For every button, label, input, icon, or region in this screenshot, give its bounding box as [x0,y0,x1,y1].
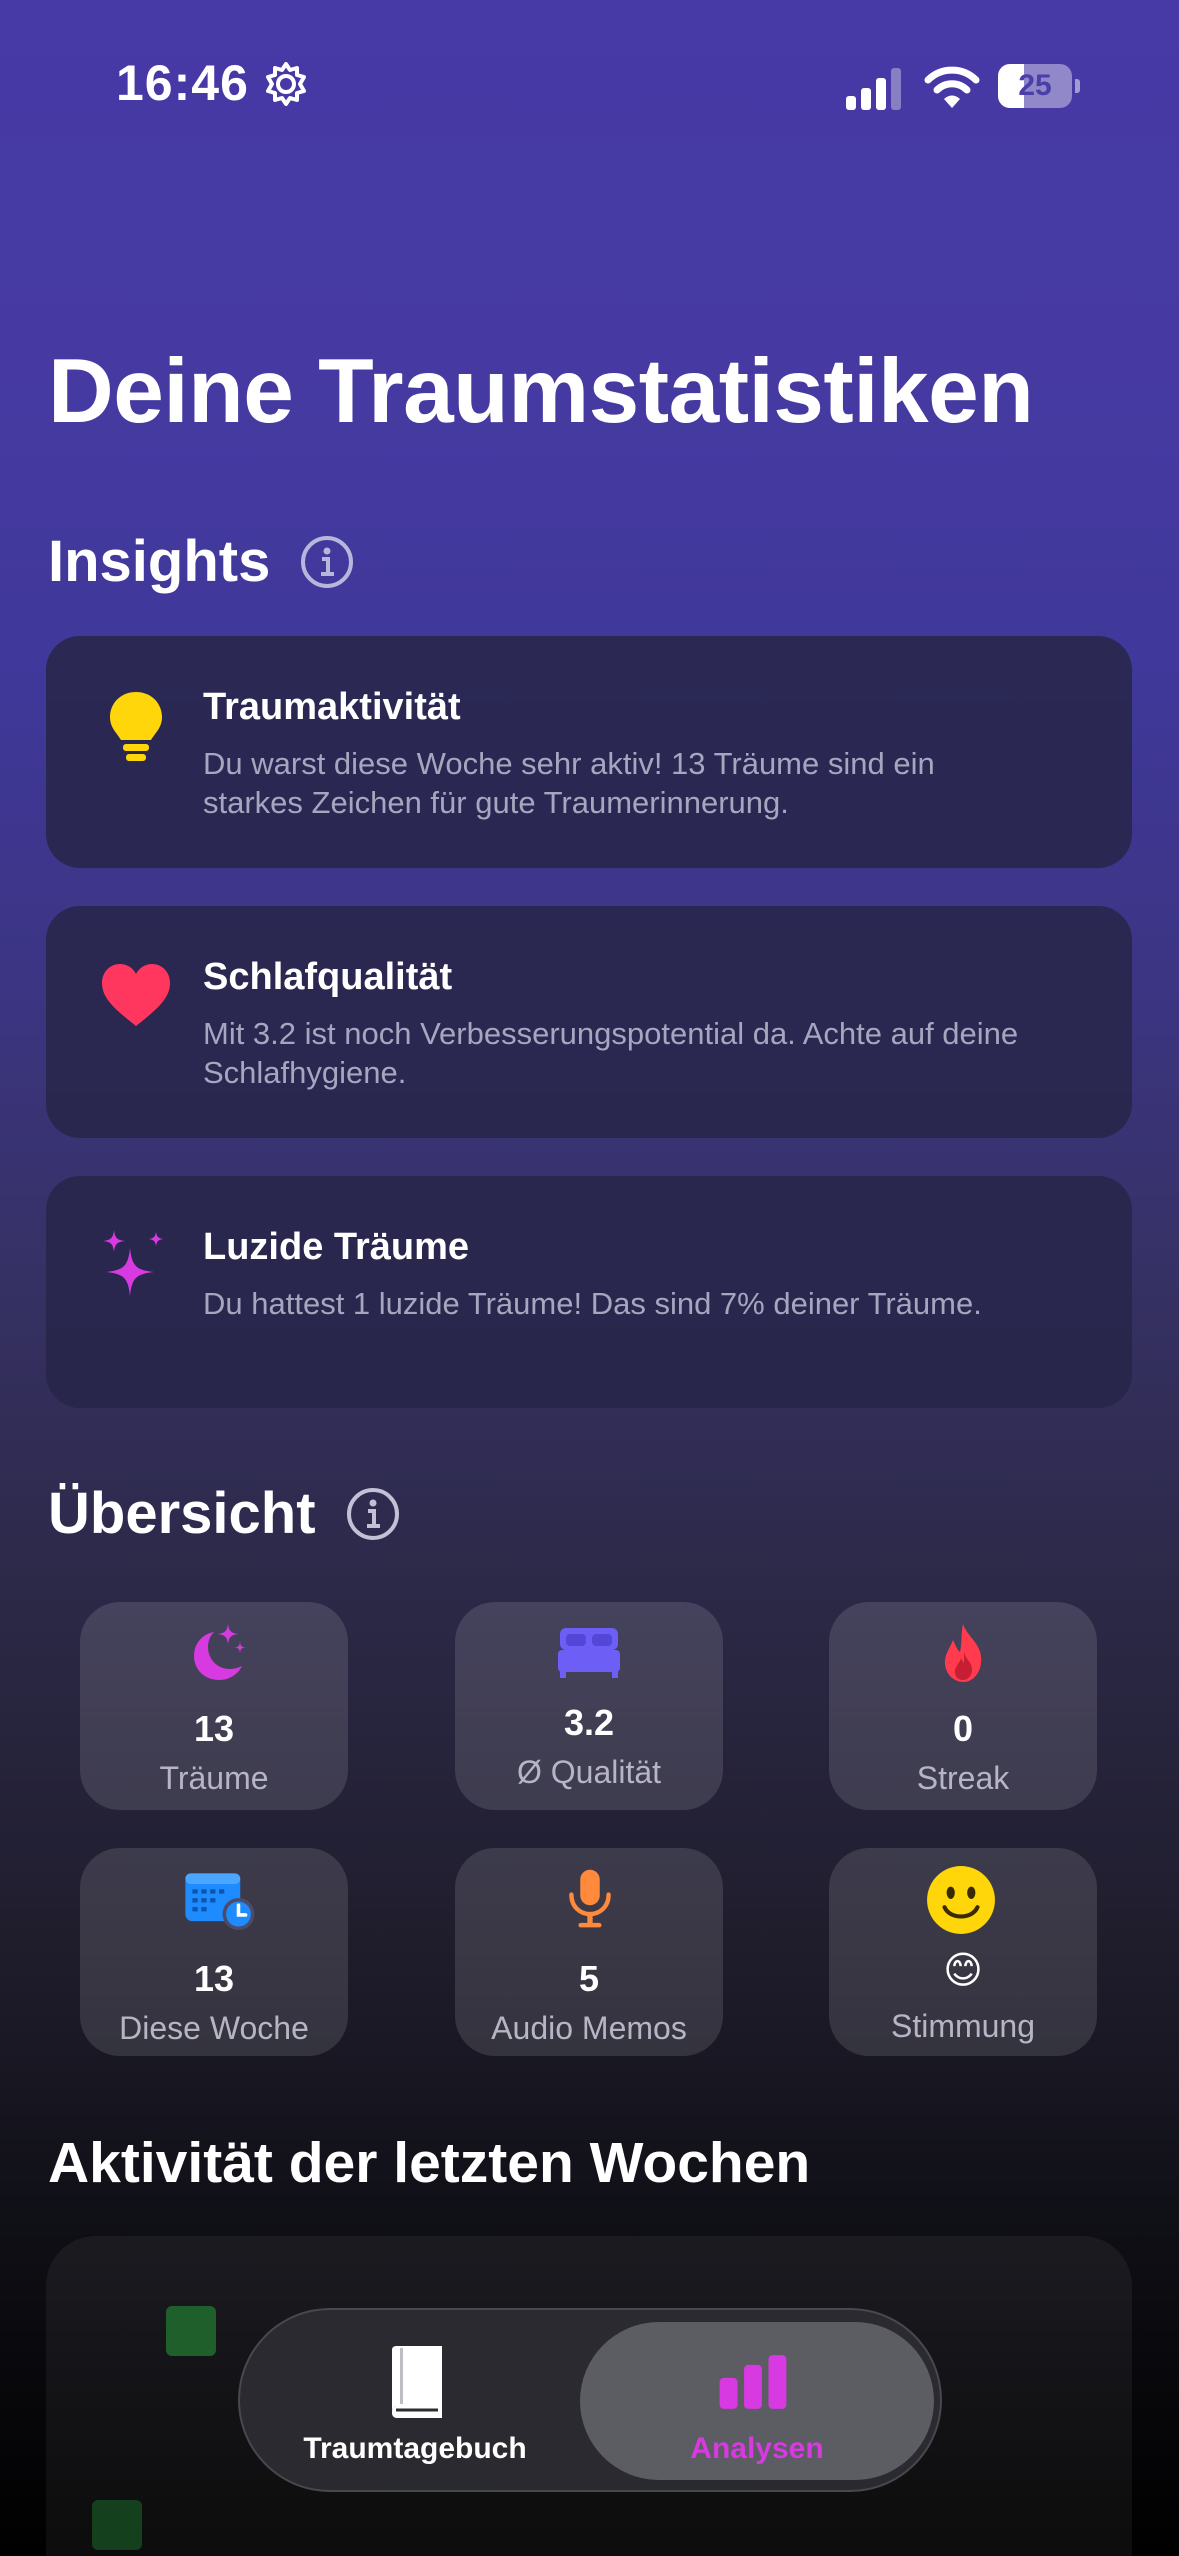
stat-tile-quality: 3.2 Ø Qualität [455,1602,723,1810]
insight-description: Du warst diese Woche sehr aktiv! 13 Träu… [203,746,935,820]
stat-tile-streak: 0 Streak [829,1602,1097,1810]
stat-value: 3.2 [563,1702,615,1743]
tab-analysen[interactable]: Analysen [612,2310,902,2490]
insight-card-activity: Traumaktivität Du warst diese Woche sehr… [46,636,1132,868]
chart-bar-icon [719,2355,787,2409]
stat-label: Träume [159,1760,269,1796]
stat-tile-mood: 😊 Stimmung [829,1848,1097,2056]
insights-title: Insights [48,529,271,594]
activity-cell [92,2500,142,2550]
sparkles-icon [103,1230,163,1296]
insight-description: Mit 3.2 ist noch Verbesserungspotential … [203,1016,1019,1090]
info-icon[interactable] [300,535,354,589]
battery-level: 25 [1018,69,1052,102]
stat-value: 13 [193,1708,235,1749]
tab-traumtagebuch[interactable]: Traumtagebuch [280,2310,550,2490]
book-icon [392,2346,442,2418]
bed-icon [558,1628,620,1678]
tab-label: Analysen [690,2432,824,2465]
insight-card-sleep-quality: Schlafqualität Mit 3.2 ist noch Verbesse… [46,906,1132,1138]
battery-icon: 25 [998,64,1080,108]
stat-label: Streak [916,1760,1010,1796]
status-time: 16:46 [116,55,249,111]
flame-icon [944,1624,982,1682]
moon-stars-icon [194,1624,245,1680]
overview-section-title: Übersicht [48,1480,400,1547]
activity-cell [166,2306,216,2356]
gear-icon [266,62,306,106]
stat-tile-dreams: 13 Träume [80,1602,348,1810]
insight-description: Du hattest 1 luzide Träume! Das sind 7% … [203,1286,982,1321]
stat-value: 😊 [943,1950,983,1992]
stat-value: 5 [578,1958,600,1999]
insight-card-lucid-dreams: Luzide Träume Du hattest 1 luzide Träume… [46,1176,1132,1408]
info-icon[interactable] [346,1487,400,1541]
microphone-icon [569,1869,611,1928]
status-bar: 16:46 25 [0,0,1179,170]
calendar-clock-icon [185,1873,255,1930]
insight-title: Luzide Träume [203,1226,470,1268]
insight-title: Schlafqualität [203,956,453,998]
smiley-icon [927,1866,995,1934]
wifi-icon [924,66,980,108]
stat-label: Ø Qualität [516,1754,662,1790]
stat-value: 13 [193,1958,235,1999]
lightbulb-icon [110,692,162,761]
stat-tile-audio-memos: 5 Audio Memos [455,1848,723,2056]
stat-label: Stimmung [890,2008,1036,2044]
stat-value: 0 [952,1708,974,1749]
tab-label: Traumtagebuch [303,2432,527,2465]
insights-section-title: Insights [48,528,354,595]
page-title: Deine Traumstatistiken [48,341,1034,442]
heart-icon [102,964,170,1026]
stat-tile-this-week: 13 Diese Woche [80,1848,348,2056]
insight-title: Traumaktivität [203,686,461,728]
tab-bar: Traumtagebuch Analysen [238,2308,942,2492]
signal-icon [846,68,901,110]
activity-section-title: Aktivität der letzten Wochen [48,2130,810,2196]
activity-title: Aktivität der letzten Wochen [48,2131,811,2195]
stat-label: Audio Memos [491,2010,687,2046]
overview-title: Übersicht [48,1481,316,1546]
stat-label: Diese Woche [119,2010,309,2046]
